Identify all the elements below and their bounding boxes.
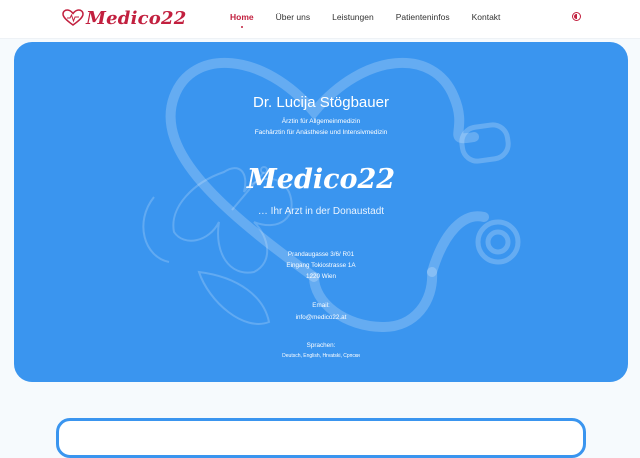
nav-home[interactable]: Home — [230, 12, 254, 22]
email-link[interactable]: info@medico22.at — [14, 314, 628, 321]
site-header: Medico22 Home Über uns Leistungen Patien… — [0, 0, 640, 39]
hero-banner: Dr. Lucija Stögbauer Ärztin für Allgemei… — [14, 42, 628, 382]
main-nav: Home Über uns Leistungen Patienteninfos … — [230, 12, 522, 22]
brand-title: Medico22 — [246, 164, 396, 195]
address-line-1: Prandaugasse 3/6/ R01 — [287, 251, 355, 258]
logo-text: Medico22 — [86, 7, 187, 29]
email-label: Email: — [312, 302, 330, 309]
nav-leistungen[interactable]: Leistungen — [332, 12, 374, 22]
languages-label: Sprachen: — [306, 342, 336, 349]
nav-kontakt[interactable]: Kontakt — [472, 12, 501, 22]
nav-ueber-uns[interactable]: Über uns — [276, 12, 311, 22]
logo[interactable]: Medico22 — [62, 5, 186, 31]
dark-mode-icon[interactable] — [572, 12, 581, 21]
hero-content: Dr. Lucija Stögbauer Ärztin für Allgemei… — [14, 42, 628, 382]
nav-patienteninfos[interactable]: Patienteninfos — [396, 12, 450, 22]
heart-logo-icon — [62, 9, 84, 26]
tagline: … Ihr Arzt in der Donaustadt — [257, 206, 385, 217]
subtitle-anesthesia: Fachärztin für Anästhesie und Intensivme… — [254, 129, 388, 136]
address-line-3: 1220 Wien — [305, 273, 337, 280]
address-line-2: Eingang Tokiostrasse 1A — [286, 262, 356, 269]
doctor-name: Dr. Lucija Stögbauer — [253, 94, 389, 111]
subtitle-general-medicine: Ärztin für Allgemeinmedizin — [281, 118, 361, 125]
languages-list: Deutsch, English, Hrvatski, Српски — [282, 353, 360, 359]
info-card — [56, 418, 586, 458]
